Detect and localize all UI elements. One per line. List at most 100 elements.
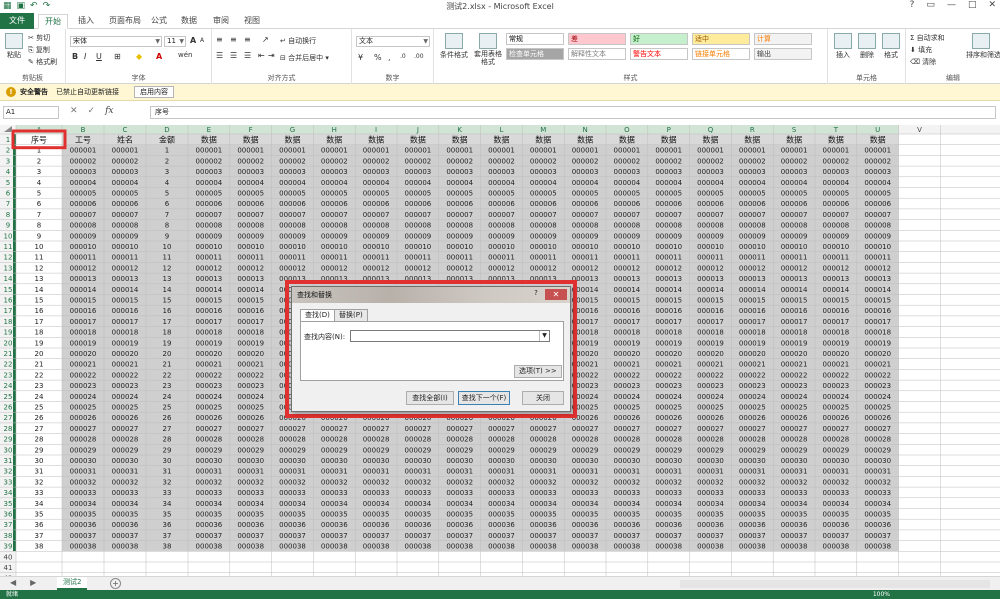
data-cell[interactable]: 14: [35, 286, 44, 294]
data-cell[interactable]: 000036: [823, 521, 850, 529]
data-cell[interactable]: 000012: [697, 264, 724, 272]
data-cell[interactable]: 000012: [446, 264, 473, 272]
data-cell[interactable]: 000015: [781, 297, 808, 305]
data-cell[interactable]: 000029: [237, 446, 264, 454]
header-cell[interactable]: 序号: [31, 135, 47, 145]
row-header-37[interactable]: 37: [4, 521, 13, 529]
data-cell[interactable]: 000031: [405, 468, 432, 476]
data-cell[interactable]: 000035: [572, 511, 599, 519]
data-cell[interactable]: 000007: [405, 211, 432, 219]
data-cell[interactable]: 000003: [321, 168, 348, 176]
data-cell[interactable]: 000031: [279, 468, 306, 476]
cell-style-4[interactable]: 适中: [692, 33, 750, 45]
data-cell[interactable]: 000022: [823, 371, 850, 379]
data-cell[interactable]: 000032: [196, 478, 223, 486]
row-header-29[interactable]: 29: [4, 436, 13, 444]
data-cell[interactable]: 9: [37, 232, 41, 240]
data-cell[interactable]: 000027: [655, 425, 682, 433]
data-cell[interactable]: 000011: [279, 254, 306, 262]
data-cell[interactable]: 1: [165, 147, 169, 155]
data-cell[interactable]: 000008: [112, 222, 139, 230]
data-cell[interactable]: 000033: [823, 489, 850, 497]
data-cell[interactable]: 000002: [572, 157, 599, 165]
data-cell[interactable]: 000016: [70, 307, 97, 315]
data-cell[interactable]: 000010: [823, 243, 850, 251]
data-cell[interactable]: 000037: [614, 532, 641, 540]
data-cell[interactable]: 000006: [572, 200, 599, 208]
data-cell[interactable]: 000030: [70, 457, 97, 465]
data-cell[interactable]: 000015: [739, 297, 766, 305]
cancel-icon[interactable]: ✕: [70, 106, 78, 116]
data-cell[interactable]: 000009: [237, 232, 264, 240]
data-cell[interactable]: 000015: [655, 297, 682, 305]
column-header-Q[interactable]: Q: [708, 126, 714, 134]
align-top-icon[interactable]: ≡: [216, 35, 223, 44]
data-cell[interactable]: 000032: [321, 478, 348, 486]
data-cell[interactable]: 000029: [697, 446, 724, 454]
data-cell[interactable]: 000009: [572, 232, 599, 240]
data-cell[interactable]: 000030: [572, 457, 599, 465]
data-cell[interactable]: 000005: [237, 190, 264, 198]
data-cell[interactable]: 000033: [405, 489, 432, 497]
borders-icon[interactable]: ⊞: [114, 52, 121, 61]
data-cell[interactable]: 000001: [530, 147, 557, 155]
data-cell[interactable]: 000008: [196, 222, 223, 230]
header-cell[interactable]: 数据: [410, 135, 426, 145]
data-cell[interactable]: 000008: [864, 222, 891, 230]
data-cell[interactable]: 8: [165, 222, 169, 230]
data-cell[interactable]: 000013: [70, 275, 97, 283]
data-cell[interactable]: 000005: [697, 190, 724, 198]
data-cell[interactable]: 000032: [739, 478, 766, 486]
data-cell[interactable]: 000034: [237, 500, 264, 508]
data-cell[interactable]: 000029: [112, 446, 139, 454]
align-middle-icon[interactable]: ≡: [230, 35, 237, 44]
data-cell[interactable]: 000024: [237, 393, 264, 401]
data-cell[interactable]: 000025: [614, 404, 641, 412]
data-cell[interactable]: 000005: [739, 190, 766, 198]
data-cell[interactable]: 000008: [739, 222, 766, 230]
row-header-5[interactable]: 5: [6, 179, 10, 187]
data-cell[interactable]: 000037: [530, 532, 557, 540]
data-cell[interactable]: 37: [35, 532, 44, 540]
data-cell[interactable]: 000025: [237, 404, 264, 412]
data-cell[interactable]: 000025: [196, 404, 223, 412]
data-cell[interactable]: 000033: [196, 489, 223, 497]
header-cell[interactable]: 数据: [661, 135, 677, 145]
data-cell[interactable]: 000011: [112, 254, 139, 262]
data-cell[interactable]: 000021: [196, 361, 223, 369]
data-cell[interactable]: 000007: [321, 211, 348, 219]
data-cell[interactable]: 000023: [697, 382, 724, 390]
data-cell[interactable]: 000022: [112, 371, 139, 379]
data-cell[interactable]: 000033: [530, 489, 557, 497]
data-cell[interactable]: 000031: [781, 468, 808, 476]
data-cell[interactable]: 000027: [864, 425, 891, 433]
dialog-titlebar[interactable]: 查找和替换 ? ✕: [292, 287, 570, 303]
data-cell[interactable]: 000009: [614, 232, 641, 240]
font-name-select[interactable]: 宋体 ▼: [70, 36, 162, 47]
data-cell[interactable]: 000008: [655, 222, 682, 230]
data-cell[interactable]: 000002: [405, 157, 432, 165]
data-cell[interactable]: 000030: [446, 457, 473, 465]
data-cell[interactable]: 000010: [196, 243, 223, 251]
zoom-level[interactable]: 100%: [873, 590, 890, 599]
data-cell[interactable]: 000019: [823, 339, 850, 347]
data-cell[interactable]: 6: [37, 200, 42, 208]
data-cell[interactable]: 000010: [697, 243, 724, 251]
data-cell[interactable]: 000002: [112, 157, 139, 165]
data-cell[interactable]: 000037: [196, 532, 223, 540]
data-cell[interactable]: 000012: [237, 264, 264, 272]
data-cell[interactable]: 000004: [446, 179, 473, 187]
data-cell[interactable]: 000010: [446, 243, 473, 251]
data-cell[interactable]: 000034: [446, 500, 473, 508]
data-cell[interactable]: 000011: [739, 254, 766, 262]
data-cell[interactable]: 000008: [363, 222, 390, 230]
data-cell[interactable]: 000022: [614, 371, 641, 379]
data-cell[interactable]: 000018: [112, 329, 139, 337]
data-cell[interactable]: 000010: [614, 243, 641, 251]
data-cell[interactable]: 000028: [196, 436, 223, 444]
row-header-10[interactable]: 10: [4, 232, 13, 240]
data-cell[interactable]: 25: [35, 404, 44, 412]
column-header-K[interactable]: K: [457, 126, 462, 134]
data-cell[interactable]: 23: [35, 382, 44, 390]
data-cell[interactable]: 000006: [237, 200, 264, 208]
